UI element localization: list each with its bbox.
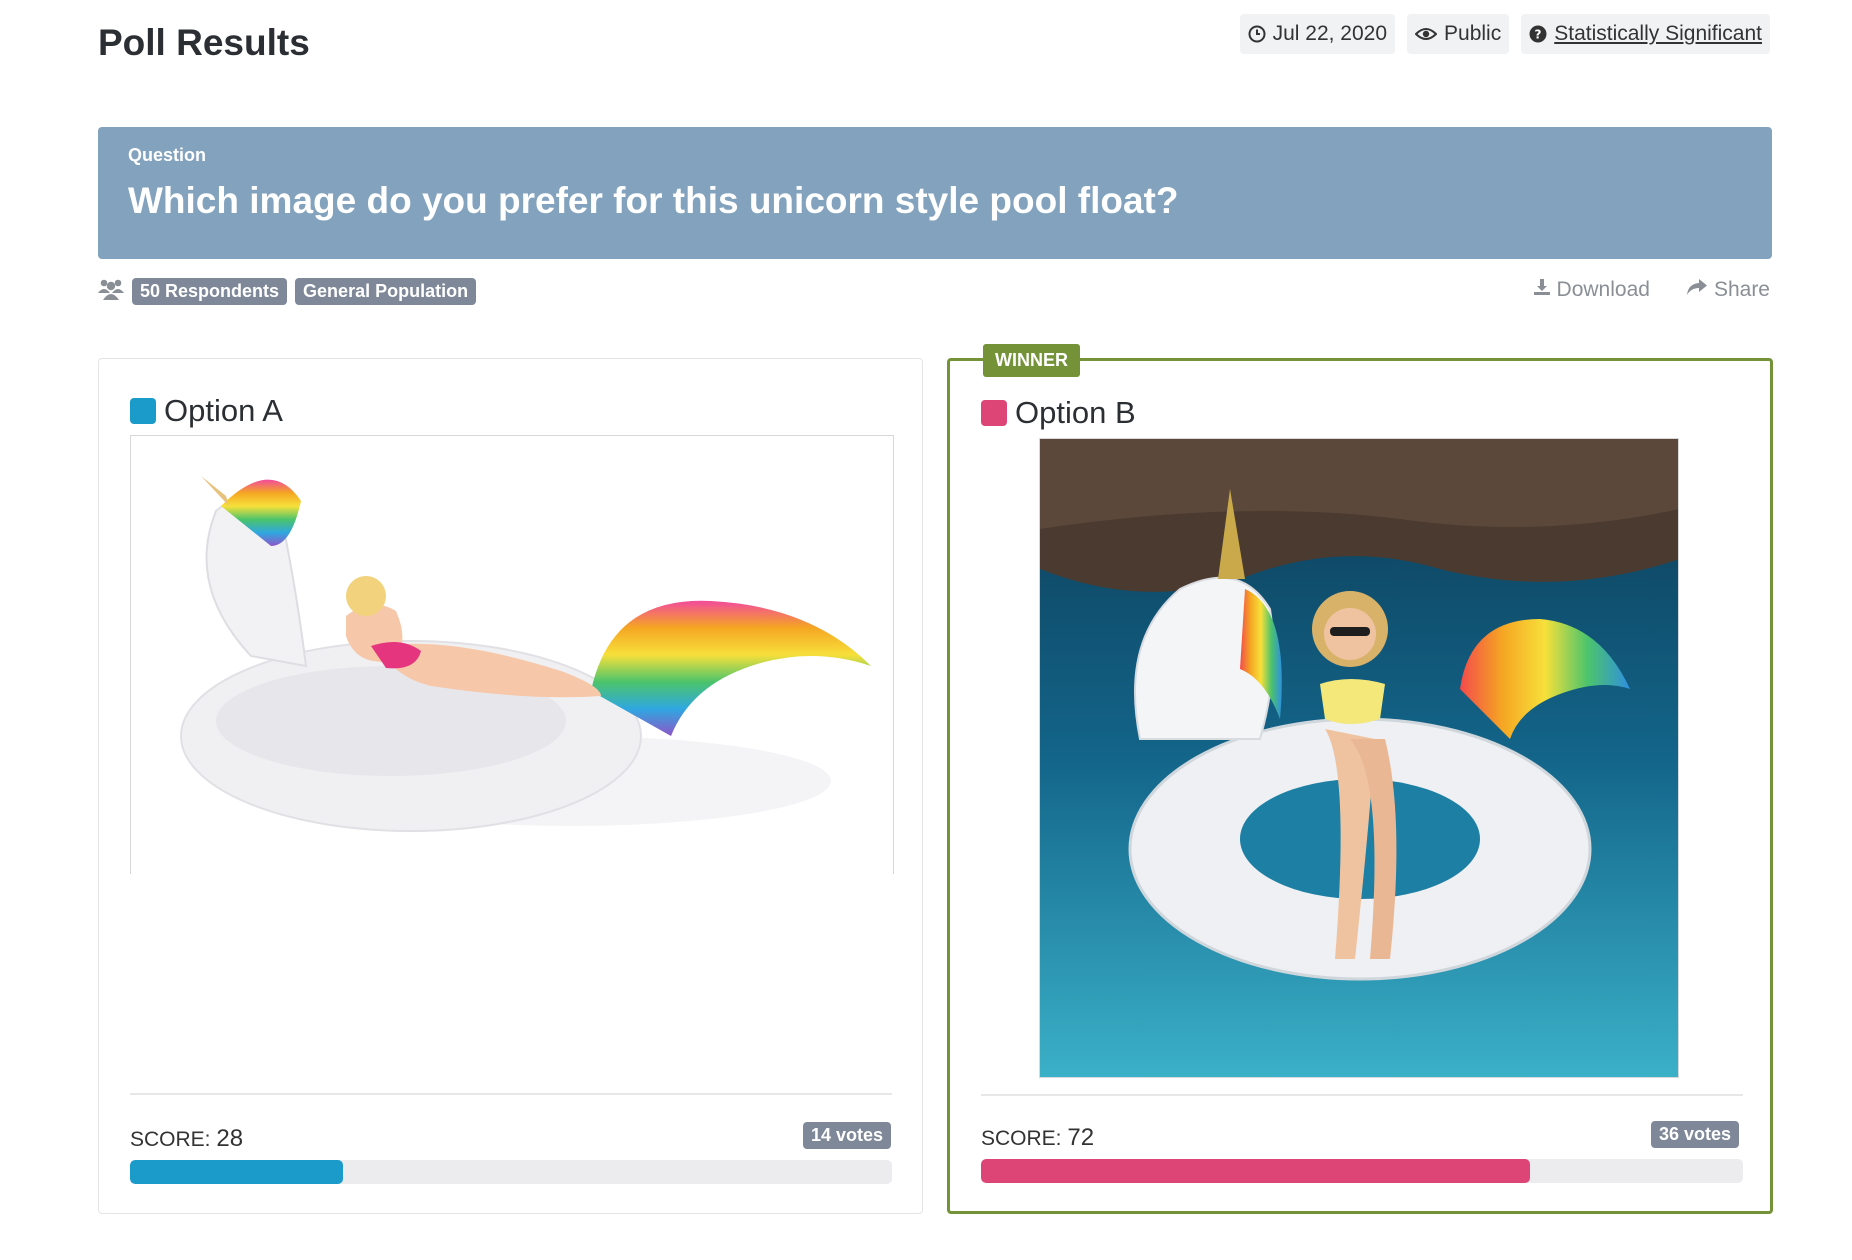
option-a-card: Option A SCORE: 28 14 votes — [98, 358, 923, 1214]
audience-tag: General Population — [295, 278, 477, 305]
option-a-divider — [130, 1093, 892, 1095]
option-a-title: Option A — [164, 393, 283, 428]
visibility-pill: Public — [1407, 14, 1510, 54]
option-b-image — [1039, 438, 1679, 1078]
winner-badge: WINNER — [983, 344, 1080, 377]
share-button[interactable]: Share — [1686, 278, 1770, 302]
respondents-tag: 50 Respondents — [132, 278, 288, 305]
option-a-progress-fill — [130, 1160, 344, 1184]
share-label[interactable]: Share — [1714, 278, 1770, 302]
option-b-progress-fill — [981, 1159, 1530, 1183]
question-box: Question Which image do you prefer for t… — [98, 127, 1772, 259]
download-icon — [1533, 278, 1551, 302]
question-circle-icon: ? — [1529, 25, 1547, 43]
option-b-score-value: 72 — [1067, 1124, 1095, 1151]
option-b-title: Option B — [1015, 395, 1136, 430]
option-b-progress-track — [981, 1159, 1743, 1183]
option-a-score-label: SCORE: — [130, 1128, 211, 1151]
option-b-swatch — [981, 400, 1007, 426]
option-a-progress-track — [130, 1160, 892, 1184]
question-text: Which image do you prefer for this unico… — [128, 180, 1179, 221]
significance-pill[interactable]: ? Statistically Significant — [1521, 14, 1770, 54]
date-text: Jul 22, 2020 — [1272, 22, 1388, 45]
svg-text:?: ? — [1535, 28, 1542, 42]
page-title: Poll Results — [98, 22, 310, 63]
option-b-divider — [981, 1094, 1743, 1096]
visibility-text: Public — [1444, 22, 1502, 45]
question-label: Question — [128, 145, 207, 165]
option-b-votes: 36 votes — [1650, 1121, 1739, 1148]
option-a-score: SCORE: 28 — [130, 1125, 243, 1153]
clock-icon — [1248, 25, 1266, 43]
option-b-card: WINNER Option B SCORE: 72 36 votes — [947, 344, 1773, 1214]
option-b-header: Option B — [981, 395, 1136, 431]
significance-link[interactable]: Statistically Significant — [1554, 22, 1762, 46]
share-icon — [1686, 278, 1708, 302]
option-a-header: Option A — [130, 393, 283, 429]
eye-icon — [1415, 26, 1438, 42]
option-a-score-value: 28 — [216, 1125, 244, 1152]
option-a-votes: 14 votes — [802, 1122, 891, 1149]
actions: Download Share — [1533, 278, 1770, 302]
download-label[interactable]: Download — [1557, 278, 1650, 302]
option-a-image — [130, 435, 894, 874]
option-a-swatch — [130, 398, 156, 424]
meta-row: Jul 22, 2020 Public ? Statistically Sign… — [1239, 14, 1770, 54]
date-pill: Jul 22, 2020 — [1239, 14, 1396, 54]
info-row: 50 Respondents General Population — [98, 278, 477, 305]
option-b-score-label: SCORE: — [981, 1127, 1062, 1150]
users-icon — [98, 278, 124, 305]
option-b-score: SCORE: 72 — [981, 1124, 1094, 1152]
download-button[interactable]: Download — [1533, 278, 1650, 302]
